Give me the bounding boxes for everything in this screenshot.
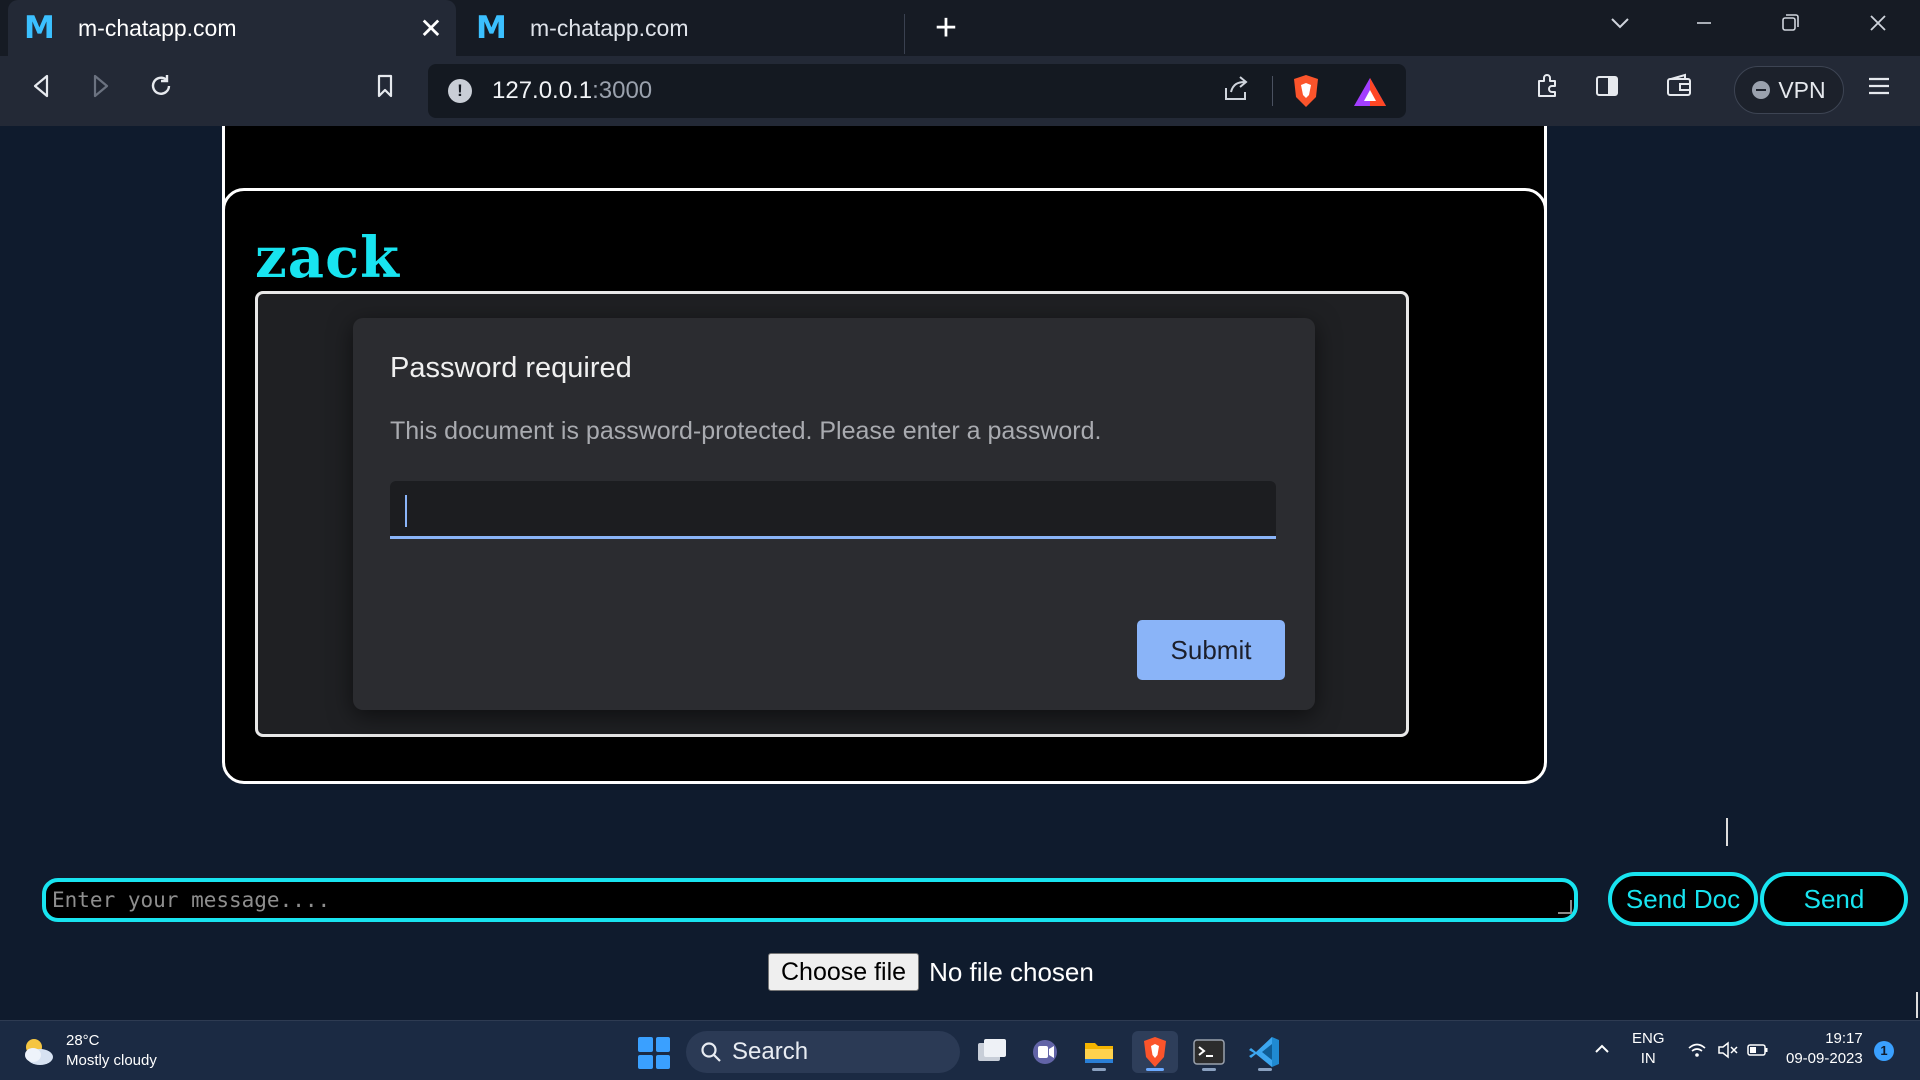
tab-search-icon[interactable]	[1600, 10, 1640, 46]
mouse-edge-cursor	[1916, 992, 1918, 1018]
terminal-icon[interactable]	[1186, 1031, 1232, 1073]
running-indicator	[1146, 1068, 1164, 1071]
forward-icon[interactable]	[80, 70, 122, 112]
search-icon	[701, 1042, 721, 1062]
vpn-button[interactable]: VPN	[1734, 66, 1844, 114]
running-indicator	[1258, 1068, 1272, 1071]
message-input[interactable]	[42, 878, 1578, 922]
vscode-icon[interactable]	[1242, 1031, 1288, 1073]
brave-shield-icon[interactable]	[1290, 73, 1322, 109]
language-region: IN	[1640, 1050, 1656, 1067]
url-port: :3000	[592, 77, 653, 104]
show-hidden-icons-icon[interactable]	[1590, 1037, 1614, 1067]
tab-m-chatapp[interactable]: M m-chatapp.com	[460, 0, 904, 56]
site-info-icon[interactable]: !	[448, 79, 472, 103]
message-sender: zack	[255, 225, 400, 291]
tab-strip: M m-chatapp.com ✕ M m-chatapp.com +	[0, 0, 1920, 56]
tab-m-chatapp-active[interactable]: M m-chatapp.com ✕	[8, 0, 456, 56]
language-indicator[interactable]: ENG IN	[1632, 1029, 1665, 1069]
close-tab-icon[interactable]: ✕	[406, 12, 456, 45]
new-tab-button[interactable]: +	[926, 6, 966, 50]
send-button[interactable]: Send	[1760, 872, 1908, 926]
weather-temp: 28°C	[66, 1032, 100, 1049]
language-code: ENG	[1632, 1030, 1665, 1047]
m-favicon-icon: M	[24, 10, 55, 46]
brave-browser-icon[interactable]	[1132, 1031, 1178, 1073]
tab-title: m-chatapp.com	[78, 14, 237, 41]
search-label: Search	[732, 1038, 809, 1065]
file-status: No file chosen	[929, 956, 1094, 987]
battery-icon[interactable]	[1746, 1039, 1770, 1067]
clock-time: 19:17	[1825, 1030, 1863, 1047]
url-host: 127.0.0.1	[492, 77, 593, 104]
send-doc-button[interactable]: Send Doc	[1608, 872, 1758, 926]
wifi-icon[interactable]	[1686, 1039, 1708, 1067]
windows-taskbar: 28°C Mostly cloudy Search ENG IN 19:17 0…	[0, 1020, 1920, 1080]
file-picker: Choose file No file chosen	[768, 953, 1094, 991]
volume-muted-icon[interactable]	[1716, 1039, 1740, 1067]
menu-icon[interactable]	[1858, 70, 1900, 112]
bookmark-icon[interactable]	[364, 70, 406, 112]
wallet-icon[interactable]	[1658, 70, 1700, 112]
brave-rewards-icon[interactable]	[1352, 76, 1388, 108]
input-caret	[405, 495, 407, 527]
weather-condition: Mostly cloudy	[66, 1052, 157, 1069]
dialog-title: Password required	[390, 352, 632, 384]
tab-title: m-chatapp.com	[530, 14, 689, 41]
running-indicator	[1202, 1068, 1216, 1071]
share-icon[interactable]	[1218, 74, 1254, 110]
vpn-status-icon	[1752, 81, 1771, 99]
windows-start-icon[interactable]	[638, 1037, 670, 1069]
back-icon[interactable]	[20, 70, 62, 112]
teams-chat-icon[interactable]	[1022, 1031, 1068, 1073]
choose-file-button[interactable]: Choose file	[768, 953, 920, 991]
mouse-text-cursor	[1726, 818, 1728, 846]
file-explorer-icon[interactable]	[1076, 1031, 1122, 1073]
resize-grip-icon[interactable]	[1558, 900, 1572, 914]
extensions-icon[interactable]	[1526, 70, 1568, 112]
clock[interactable]: 19:17 09-09-2023	[1786, 1029, 1863, 1069]
reload-icon[interactable]	[140, 70, 182, 112]
close-window-icon[interactable]	[1858, 10, 1898, 46]
pdf-viewer-frame[interactable]: Password required This document is passw…	[255, 291, 1409, 737]
dialog-description: This document is password-protected. Ple…	[390, 417, 1102, 445]
task-view-icon[interactable]	[968, 1031, 1014, 1073]
m-favicon-icon: M	[476, 10, 507, 46]
browser-toolbar: ! 127.0.0.1:3000 VPN	[0, 56, 1920, 126]
tab-divider	[904, 14, 905, 54]
message-card: zack Password required This document is …	[222, 188, 1547, 784]
cloud-moon-icon	[20, 1033, 56, 1069]
password-dialog: Password required This document is passw…	[353, 318, 1315, 710]
url-text[interactable]: 127.0.0.1:3000	[492, 77, 652, 105]
minimize-icon[interactable]	[1684, 10, 1724, 46]
notification-badge[interactable]: 1	[1874, 1041, 1894, 1061]
submit-button[interactable]: Submit	[1137, 620, 1285, 680]
vpn-label: VPN	[1778, 76, 1826, 103]
taskbar-search[interactable]: Search	[686, 1031, 960, 1073]
restore-icon[interactable]	[1770, 10, 1810, 46]
running-indicator	[1092, 1068, 1106, 1071]
address-bar[interactable]: ! 127.0.0.1:3000	[428, 64, 1406, 118]
sidebar-icon[interactable]	[1586, 70, 1628, 112]
password-input[interactable]	[390, 481, 1276, 539]
address-divider	[1272, 76, 1273, 106]
clock-date: 09-09-2023	[1786, 1050, 1863, 1067]
weather-widget[interactable]: 28°C Mostly cloudy	[20, 1031, 157, 1071]
